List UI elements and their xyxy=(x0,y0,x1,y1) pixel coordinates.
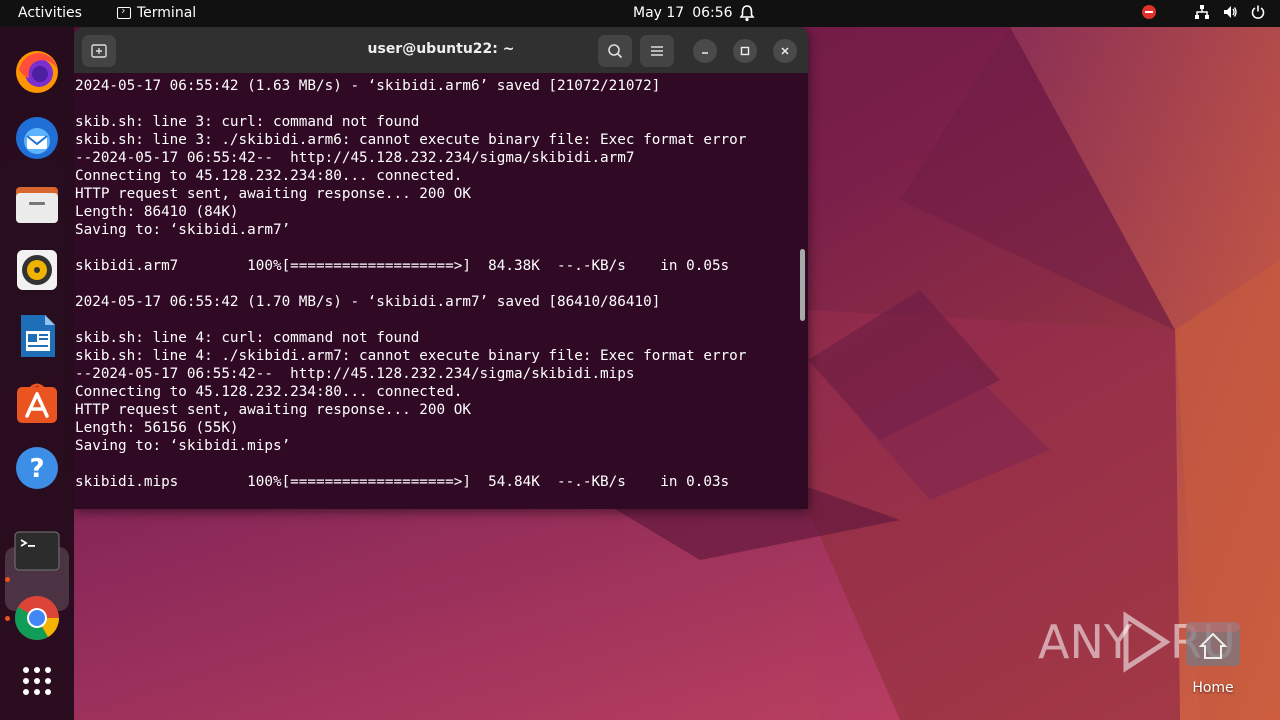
menu-button[interactable] xyxy=(640,35,674,67)
terminal-line: --2024-05-17 06:55:42-- http://45.128.23… xyxy=(75,366,635,382)
svg-text:?: ? xyxy=(29,454,44,484)
home-folder[interactable]: Home xyxy=(1182,618,1244,696)
close-button[interactable] xyxy=(773,39,797,63)
terminal-line: Saving to: ‘skibidi.arm7’ xyxy=(75,222,291,238)
terminal-line: HTTP request sent, awaiting response... … xyxy=(75,402,471,418)
app-menu-label: Terminal xyxy=(137,5,197,21)
firefox-icon[interactable] xyxy=(13,48,61,96)
search-icon xyxy=(608,44,623,59)
maximize-button[interactable] xyxy=(733,39,757,63)
top-bar: Activities Terminal May 17 06:56 xyxy=(0,0,1280,27)
libreoffice-writer-icon[interactable] xyxy=(13,312,61,360)
terminal-window[interactable]: user@ubuntu22: ~ 2024-05-17 06:55:42 (1.… xyxy=(74,27,808,509)
terminal-app-icon xyxy=(117,7,131,19)
terminal-running-indicator xyxy=(5,577,10,582)
terminal-line: skib.sh: line 4: ./skibidi.arm7: cannot … xyxy=(75,348,747,364)
show-applications-icon[interactable] xyxy=(13,657,61,705)
terminal-line: skib.sh: line 4: curl: command not found xyxy=(75,330,420,346)
terminal-titlebar[interactable]: user@ubuntu22: ~ xyxy=(74,27,808,73)
chrome-icon[interactable] xyxy=(13,594,61,642)
terminal-line: Connecting to 45.128.232.234:80... conne… xyxy=(75,384,463,400)
system-tray[interactable] xyxy=(1142,4,1266,20)
terminal-line: Connecting to 45.128.232.234:80... conne… xyxy=(75,168,463,184)
home-folder-label: Home xyxy=(1192,680,1234,696)
search-button[interactable] xyxy=(598,35,632,67)
chrome-running-indicator xyxy=(5,616,10,621)
terminal-scrollbar[interactable] xyxy=(800,249,805,321)
hamburger-icon xyxy=(651,46,663,56)
terminal-output[interactable]: 2024-05-17 06:55:42 (1.63 MB/s) - ‘skibi… xyxy=(74,73,796,509)
terminal-line: Saving to: ‘skibidi.mips’ xyxy=(75,438,291,454)
terminal-line: skib.sh: line 3: ./skibidi.arm6: cannot … xyxy=(75,132,747,148)
notification-bell-icon[interactable] xyxy=(739,4,755,26)
terminal-line: skibidi.mips 100%[===================>] … xyxy=(75,474,730,490)
clock[interactable]: May 17 06:56 xyxy=(633,5,733,21)
power-icon[interactable] xyxy=(1250,4,1266,20)
dock: ? xyxy=(0,27,74,720)
ubuntu-software-icon[interactable] xyxy=(13,378,61,426)
terminal-line: Length: 56156 (55K) xyxy=(75,420,239,436)
terminal-line: skibidi.arm7 100%[===================>] … xyxy=(75,258,730,274)
terminal-line: 2024-05-17 06:55:42 (1.63 MB/s) - ‘skibi… xyxy=(75,78,661,94)
volume-icon[interactable] xyxy=(1222,4,1238,20)
terminal-line: skib.sh: line 3: curl: command not found xyxy=(75,114,420,130)
terminal-line: HTTP request sent, awaiting response... … xyxy=(75,186,471,202)
activities-button[interactable]: Activities xyxy=(18,5,82,21)
network-icon[interactable] xyxy=(1194,4,1210,20)
clock-date: May 17 xyxy=(633,5,685,21)
minimize-button[interactable] xyxy=(693,39,717,63)
terminal-line: --2024-05-17 06:55:42-- http://45.128.23… xyxy=(75,150,635,166)
files-icon[interactable] xyxy=(13,180,61,228)
minimize-icon xyxy=(702,52,708,54)
app-menu[interactable]: Terminal xyxy=(117,5,196,21)
svg-text:ANY: ANY xyxy=(1038,615,1133,669)
terminal-line: Length: 86410 (84K) xyxy=(75,204,239,220)
maximize-icon xyxy=(740,46,750,56)
terminal-line: 2024-05-17 06:55:42 (1.70 MB/s) - ‘skibi… xyxy=(75,294,661,310)
home-folder-icon xyxy=(1186,622,1240,666)
do-not-disturb-icon[interactable] xyxy=(1142,5,1156,19)
clock-time: 06:56 xyxy=(692,5,733,21)
close-icon xyxy=(781,47,789,55)
rhythmbox-icon[interactable] xyxy=(13,246,61,294)
help-icon[interactable]: ? xyxy=(13,444,61,492)
terminal-icon[interactable] xyxy=(13,527,61,575)
thunderbird-icon[interactable] xyxy=(13,114,61,162)
